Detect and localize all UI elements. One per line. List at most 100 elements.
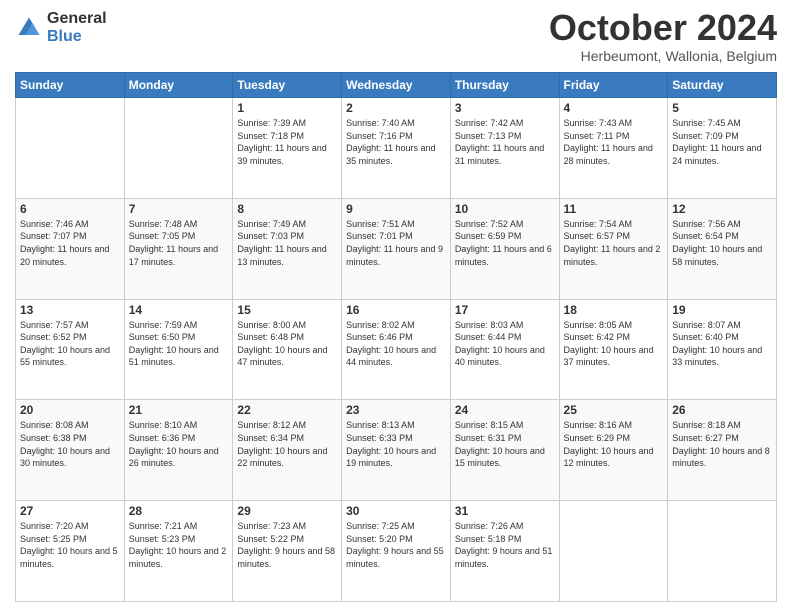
- day-cell: 20 Sunrise: 8:08 AM Sunset: 6:38 PM Dayli…: [16, 400, 125, 501]
- day-info: Sunrise: 8:08 AM Sunset: 6:38 PM Dayligh…: [20, 419, 120, 469]
- week-row-2: 6 Sunrise: 7:46 AM Sunset: 7:07 PM Daylig…: [16, 198, 777, 299]
- calendar-table: Sunday Monday Tuesday Wednesday Thursday…: [15, 72, 777, 602]
- logo-general-text: General: [47, 10, 107, 28]
- day-cell: [559, 501, 668, 602]
- day-number: 12: [672, 202, 772, 216]
- day-info: Sunrise: 7:42 AM Sunset: 7:13 PM Dayligh…: [455, 117, 555, 167]
- day-number: 16: [346, 303, 446, 317]
- day-number: 31: [455, 504, 555, 518]
- week-row-4: 20 Sunrise: 8:08 AM Sunset: 6:38 PM Dayli…: [16, 400, 777, 501]
- day-cell: 27Sunrise: 7:20 AM Sunset: 5:25 PM Dayli…: [16, 501, 125, 602]
- day-cell: 2 Sunrise: 7:40 AM Sunset: 7:16 PM Daylig…: [342, 98, 451, 199]
- day-info: Sunrise: 8:16 AM Sunset: 6:29 PM Dayligh…: [564, 419, 664, 469]
- day-number: 2: [346, 101, 446, 115]
- day-number: 30: [346, 504, 446, 518]
- day-info: Sunrise: 7:40 AM Sunset: 7:16 PM Dayligh…: [346, 117, 446, 167]
- day-number: 20: [20, 403, 120, 417]
- day-number: 21: [129, 403, 229, 417]
- day-number: 18: [564, 303, 664, 317]
- day-cell: 7 Sunrise: 7:48 AM Sunset: 7:05 PM Daylig…: [124, 198, 233, 299]
- day-info: Sunrise: 7:52 AM Sunset: 6:59 PM Dayligh…: [455, 218, 555, 268]
- day-cell: 10 Sunrise: 7:52 AM Sunset: 6:59 PM Dayli…: [450, 198, 559, 299]
- day-cell: 22Sunrise: 8:12 AM Sunset: 6:34 PM Dayli…: [233, 400, 342, 501]
- day-info: Sunrise: 7:48 AM Sunset: 7:05 PM Dayligh…: [129, 218, 229, 268]
- header-friday: Friday: [559, 73, 668, 98]
- day-number: 1: [237, 101, 337, 115]
- day-number: 6: [20, 202, 120, 216]
- day-info: Sunrise: 8:05 AM Sunset: 6:42 PM Dayligh…: [564, 319, 664, 369]
- day-cell: 25 Sunrise: 8:16 AM Sunset: 6:29 PM Dayli…: [559, 400, 668, 501]
- month-title: October 2024: [549, 10, 777, 46]
- day-cell: 5 Sunrise: 7:45 AM Sunset: 7:09 PM Daylig…: [668, 98, 777, 199]
- day-info: Sunrise: 8:15 AM Sunset: 6:31 PM Dayligh…: [455, 419, 555, 469]
- day-cell: 11 Sunrise: 7:54 AM Sunset: 6:57 PM Dayli…: [559, 198, 668, 299]
- day-cell: 29Sunrise: 7:23 AM Sunset: 5:22 PM Dayli…: [233, 501, 342, 602]
- day-cell: 26Sunrise: 8:18 AM Sunset: 6:27 PM Dayli…: [668, 400, 777, 501]
- day-number: 29: [237, 504, 337, 518]
- header-saturday: Saturday: [668, 73, 777, 98]
- header: General Blue October 2024 Herbeumont, Wa…: [15, 10, 777, 64]
- day-info: Sunrise: 7:26 AM Sunset: 5:18 PM Dayligh…: [455, 520, 555, 570]
- day-number: 25: [564, 403, 664, 417]
- header-wednesday: Wednesday: [342, 73, 451, 98]
- location-subtitle: Herbeumont, Wallonia, Belgium: [549, 48, 777, 64]
- day-number: 17: [455, 303, 555, 317]
- day-cell: 18 Sunrise: 8:05 AM Sunset: 6:42 PM Dayli…: [559, 299, 668, 400]
- day-number: 7: [129, 202, 229, 216]
- day-number: 9: [346, 202, 446, 216]
- day-info: Sunrise: 8:07 AM Sunset: 6:40 PM Dayligh…: [672, 319, 772, 369]
- day-cell: 6 Sunrise: 7:46 AM Sunset: 7:07 PM Daylig…: [16, 198, 125, 299]
- day-number: 11: [564, 202, 664, 216]
- day-cell: 14 Sunrise: 7:59 AM Sunset: 6:50 PM Dayli…: [124, 299, 233, 400]
- day-cell: 31 Sunrise: 7:26 AM Sunset: 5:18 PM Dayli…: [450, 501, 559, 602]
- day-info: Sunrise: 7:21 AM Sunset: 5:23 PM Dayligh…: [129, 520, 229, 570]
- day-number: 24: [455, 403, 555, 417]
- day-number: 28: [129, 504, 229, 518]
- day-info: Sunrise: 7:46 AM Sunset: 7:07 PM Dayligh…: [20, 218, 120, 268]
- logo: General Blue: [15, 10, 107, 45]
- day-number: 4: [564, 101, 664, 115]
- day-cell: 13 Sunrise: 7:57 AM Sunset: 6:52 PM Dayli…: [16, 299, 125, 400]
- day-info: Sunrise: 7:56 AM Sunset: 6:54 PM Dayligh…: [672, 218, 772, 268]
- day-info: Sunrise: 8:13 AM Sunset: 6:33 PM Dayligh…: [346, 419, 446, 469]
- day-cell: 17Sunrise: 8:03 AM Sunset: 6:44 PM Dayli…: [450, 299, 559, 400]
- day-cell: 3Sunrise: 7:42 AM Sunset: 7:13 PM Daylig…: [450, 98, 559, 199]
- day-number: 23: [346, 403, 446, 417]
- logo-icon: [15, 14, 43, 42]
- day-cell: [16, 98, 125, 199]
- day-number: 22: [237, 403, 337, 417]
- day-cell: 12 Sunrise: 7:56 AM Sunset: 6:54 PM Dayli…: [668, 198, 777, 299]
- day-cell: 19 Sunrise: 8:07 AM Sunset: 6:40 PM Dayli…: [668, 299, 777, 400]
- day-info: Sunrise: 7:59 AM Sunset: 6:50 PM Dayligh…: [129, 319, 229, 369]
- day-info: Sunrise: 8:02 AM Sunset: 6:46 PM Dayligh…: [346, 319, 446, 369]
- day-number: 10: [455, 202, 555, 216]
- day-info: Sunrise: 7:54 AM Sunset: 6:57 PM Dayligh…: [564, 218, 664, 268]
- logo-blue-text: Blue: [47, 28, 107, 46]
- day-number: 15: [237, 303, 337, 317]
- day-number: 13: [20, 303, 120, 317]
- day-info: Sunrise: 7:25 AM Sunset: 5:20 PM Dayligh…: [346, 520, 446, 570]
- day-cell: [668, 501, 777, 602]
- day-cell: 24 Sunrise: 8:15 AM Sunset: 6:31 PM Dayli…: [450, 400, 559, 501]
- week-row-1: 1 Sunrise: 7:39 AM Sunset: 7:18 PM Daylig…: [16, 98, 777, 199]
- logo-text: General Blue: [47, 10, 107, 45]
- day-cell: [124, 98, 233, 199]
- day-number: 14: [129, 303, 229, 317]
- week-row-3: 13 Sunrise: 7:57 AM Sunset: 6:52 PM Dayli…: [16, 299, 777, 400]
- header-thursday: Thursday: [450, 73, 559, 98]
- day-number: 19: [672, 303, 772, 317]
- day-cell: 9Sunrise: 7:51 AM Sunset: 7:01 PM Daylig…: [342, 198, 451, 299]
- day-cell: 4 Sunrise: 7:43 AM Sunset: 7:11 PM Daylig…: [559, 98, 668, 199]
- day-info: Sunrise: 7:45 AM Sunset: 7:09 PM Dayligh…: [672, 117, 772, 167]
- day-cell: 8Sunrise: 7:49 AM Sunset: 7:03 PM Daylig…: [233, 198, 342, 299]
- header-sunday: Sunday: [16, 73, 125, 98]
- day-cell: 1 Sunrise: 7:39 AM Sunset: 7:18 PM Daylig…: [233, 98, 342, 199]
- day-info: Sunrise: 7:39 AM Sunset: 7:18 PM Dayligh…: [237, 117, 337, 167]
- day-info: Sunrise: 7:43 AM Sunset: 7:11 PM Dayligh…: [564, 117, 664, 167]
- day-info: Sunrise: 8:18 AM Sunset: 6:27 PM Dayligh…: [672, 419, 772, 469]
- header-monday: Monday: [124, 73, 233, 98]
- day-number: 5: [672, 101, 772, 115]
- day-info: Sunrise: 7:57 AM Sunset: 6:52 PM Dayligh…: [20, 319, 120, 369]
- header-tuesday: Tuesday: [233, 73, 342, 98]
- day-info: Sunrise: 7:20 AM Sunset: 5:25 PM Dayligh…: [20, 520, 120, 570]
